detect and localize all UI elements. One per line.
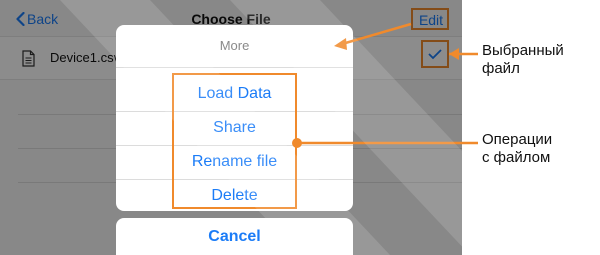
edit-callout-arrowhead <box>334 38 347 50</box>
annotation-line: Выбранный <box>482 42 564 59</box>
edit-callout-line <box>341 22 412 46</box>
selected-file-annotation: Выбранный файл <box>482 42 600 78</box>
annotation-line: с файлом <box>482 149 551 166</box>
operations-callout-dot <box>292 138 302 148</box>
selected-callout-arrowhead <box>449 48 459 60</box>
annotation-line: файл <box>482 60 520 77</box>
file-operations-annotation: Операции с файлом <box>482 131 600 167</box>
callout-arrows <box>292 22 478 148</box>
annotation-line: Операции <box>482 131 553 148</box>
